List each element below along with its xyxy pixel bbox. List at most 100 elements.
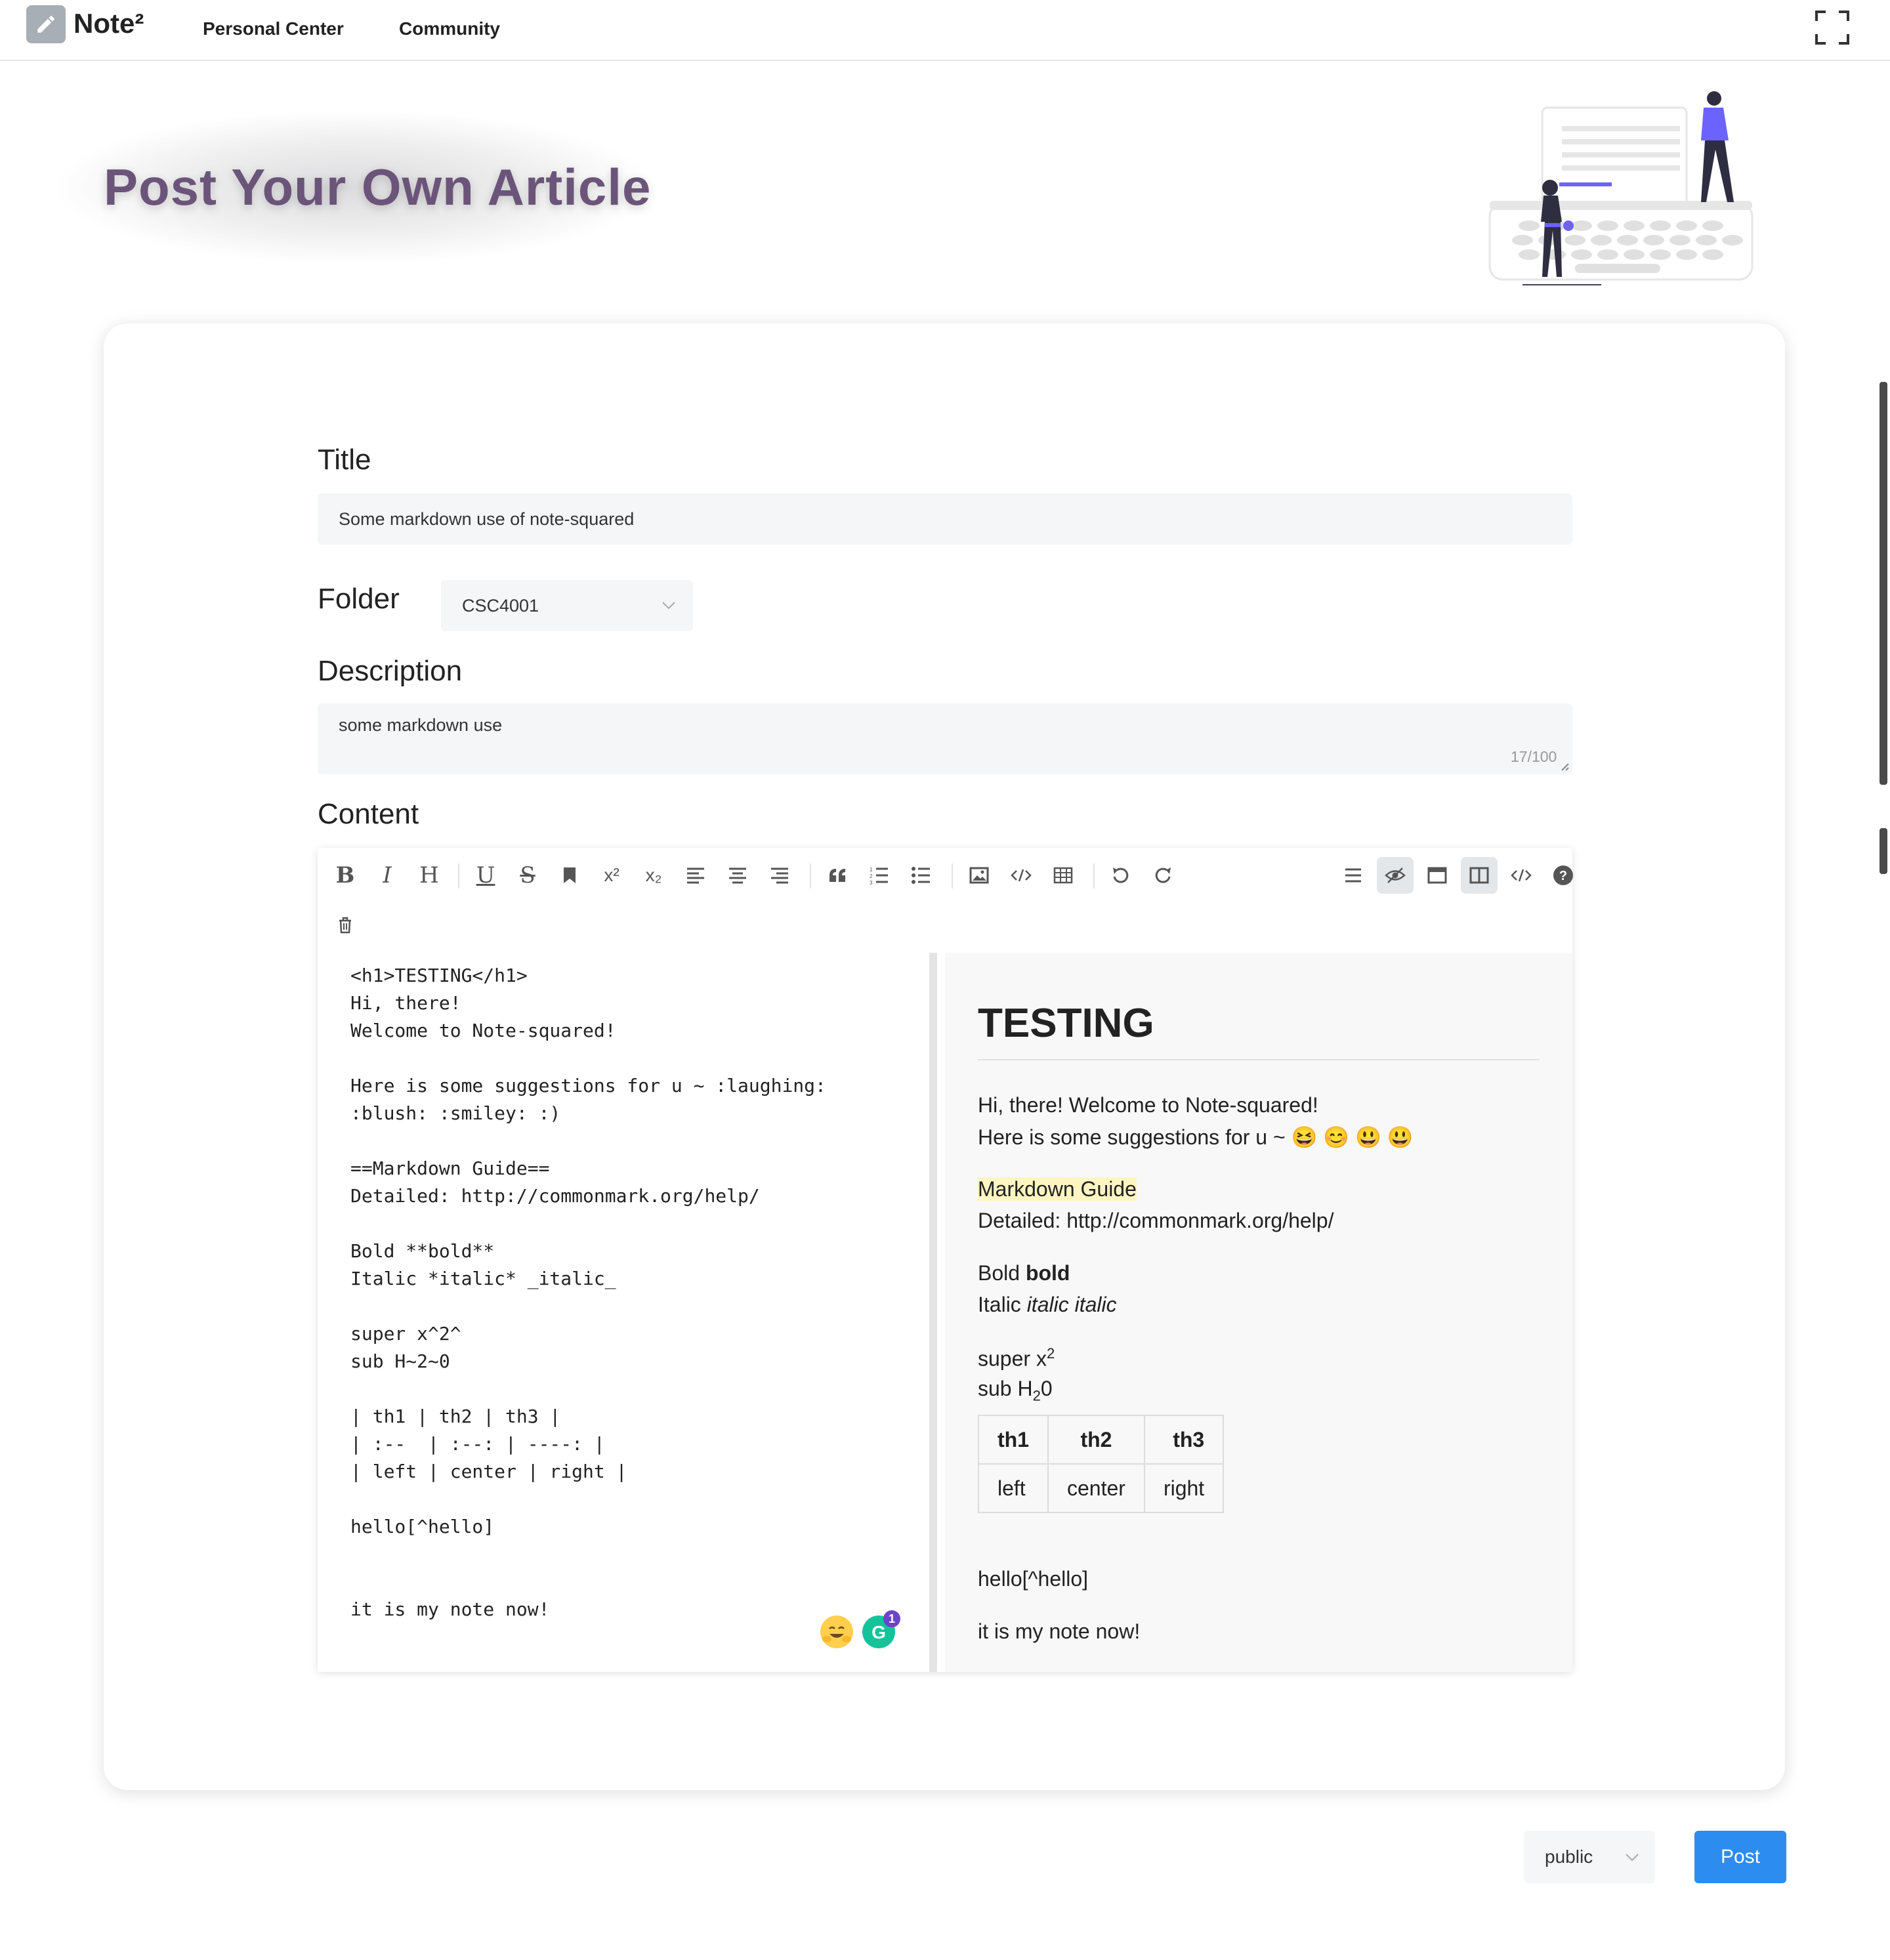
table-cell: right <box>1143 1463 1225 1513</box>
image-icon <box>969 867 989 884</box>
help-button[interactable]: ? <box>1545 857 1582 894</box>
source-line: Detailed: http://commonmark.org/help/ <box>350 1185 760 1207</box>
text: Italic <box>978 1293 1027 1316</box>
superscript-button[interactable]: x² <box>593 857 630 894</box>
page-title: Post Your Own Article <box>104 158 652 216</box>
strikethrough-icon: S <box>520 862 536 888</box>
header-button[interactable]: H <box>411 857 448 894</box>
quote-button[interactable] <box>819 857 856 894</box>
resize-handle-icon[interactable] <box>1559 761 1570 772</box>
page-scrollbar-thumb[interactable] <box>1880 828 1887 874</box>
image-button[interactable] <box>961 857 998 894</box>
subscript-icon: x₂ <box>645 865 662 885</box>
split-view-button[interactable] <box>1461 857 1498 894</box>
align-center-button[interactable] <box>719 857 756 894</box>
title-label: Title <box>318 444 371 476</box>
text: super x <box>978 1346 1047 1371</box>
toolbar-divider <box>952 864 953 888</box>
markdown-preview-pane: TESTING Hi, there! Welcome to Note-squar… <box>945 953 1572 1672</box>
navigation-toggle-button[interactable] <box>1335 857 1372 894</box>
nav-personal-center[interactable]: Personal Center <box>203 18 344 39</box>
title-input[interactable]: Some markdown use of note-squared <box>318 493 1572 545</box>
source-line: Here is some suggestions for u ~ :laughi… <box>350 1075 826 1096</box>
source-line: | th1 | th2 | th3 | <box>350 1406 561 1427</box>
mark-button[interactable] <box>551 857 588 894</box>
undo-icon <box>1113 867 1129 883</box>
trash-icon <box>339 917 351 934</box>
description-textarea[interactable]: some markdown use 17/100 <box>318 703 1572 774</box>
eye-slash-icon <box>1385 867 1406 883</box>
preview-line: it is my note now! <box>978 1619 1141 1643</box>
svg-text:1: 1 <box>870 867 873 873</box>
superscript-icon: x² <box>604 865 620 885</box>
preview-table: th1 th2 th3 left center right <box>978 1415 1225 1513</box>
table-button[interactable] <box>1045 857 1082 894</box>
fullscreen-editor-button[interactable] <box>1419 857 1456 894</box>
preview-link-line: Detailed: http://commonmark.org/help/ <box>978 1209 1334 1232</box>
page-scrollbar[interactable] <box>1880 382 1887 785</box>
typewriter-illustration <box>1488 91 1754 285</box>
source-line: sub H~2~0 <box>350 1350 450 1372</box>
description-label: Description <box>318 655 463 687</box>
mark-text: Markdown Guide <box>978 1177 1137 1201</box>
source-line: it is my note now! <box>350 1598 550 1620</box>
preview-sub-line: sub H20 <box>978 1377 1053 1404</box>
nav-community[interactable]: Community <box>399 18 500 39</box>
source-line: ==Markdown Guide== <box>350 1157 550 1179</box>
text: 0 <box>1040 1377 1053 1400</box>
align-right-button[interactable] <box>761 857 798 894</box>
unordered-list-icon <box>912 867 930 884</box>
redo-button[interactable] <box>1144 857 1181 894</box>
folder-select[interactable]: CSC4001 <box>441 580 693 631</box>
source-line: Welcome to Note-squared! <box>350 1020 616 1041</box>
align-right-icon <box>771 867 788 884</box>
code-icon <box>1011 869 1032 882</box>
svg-text:?: ? <box>1559 869 1567 883</box>
chevron-down-icon <box>662 602 675 610</box>
visibility-select[interactable]: public <box>1524 1831 1655 1883</box>
subscript-button[interactable]: x₂ <box>635 857 672 894</box>
undo-button[interactable] <box>1102 857 1139 894</box>
emoji-extension-icon[interactable] <box>820 1616 853 1648</box>
bold-button[interactable]: B <box>327 857 364 894</box>
preview-heading: TESTING <box>978 1001 1154 1046</box>
preview-line: Hi, there! Welcome to Note-squared! <box>978 1093 1318 1117</box>
preview-toggle-button[interactable] <box>1377 857 1414 894</box>
markdown-source-pane[interactable]: <h1>TESTING</h1> Hi, there! Welcome to N… <box>318 953 937 1672</box>
table-cell: center <box>1047 1463 1145 1513</box>
logo-pencil-icon[interactable] <box>26 5 66 43</box>
code-icon <box>1511 869 1532 882</box>
source-line: Italic *italic* _italic_ <box>350 1268 616 1289</box>
italic-icon: I <box>383 862 392 888</box>
header-icon: H <box>419 862 439 888</box>
svg-text:2: 2 <box>870 873 873 879</box>
toolbar-divider <box>1093 864 1095 888</box>
align-left-button[interactable] <box>677 857 714 894</box>
strikethrough-button[interactable]: S <box>509 857 546 894</box>
post-button[interactable]: Post <box>1694 1831 1786 1883</box>
table-icon <box>1053 867 1073 884</box>
preview-bold-line: Bold bold <box>978 1261 1070 1285</box>
underline-icon: U <box>476 862 495 888</box>
menu-lines-icon <box>1345 868 1361 883</box>
clear-button[interactable] <box>327 907 364 944</box>
source-line: super x^2^ <box>350 1323 461 1345</box>
ordered-list-button[interactable]: 123 <box>861 857 898 894</box>
italic-button[interactable]: I <box>369 857 406 894</box>
unordered-list-button[interactable] <box>903 857 940 894</box>
bold-text: bold <box>1025 1261 1070 1285</box>
table-header: th1 <box>978 1415 1049 1465</box>
source-line: hello[^hello] <box>350 1516 495 1537</box>
description-char-counter: 17/100 <box>1511 748 1557 765</box>
grammarly-badge: 1 <box>883 1610 900 1627</box>
grammarly-icon[interactable]: G 1 <box>862 1610 900 1648</box>
logo-text[interactable]: Note² <box>74 8 144 39</box>
fullscreen-icon[interactable] <box>1814 9 1851 46</box>
code-button[interactable] <box>1003 857 1040 894</box>
toolbar-divider <box>458 864 459 888</box>
table-cell: left <box>978 1463 1049 1513</box>
html-code-button[interactable] <box>1503 857 1540 894</box>
preview-super-line: super x2 <box>978 1345 1055 1371</box>
markdown-editor: B I H U S x² x₂ 123 ? <h1>TESTING</h1> H… <box>318 848 1573 1672</box>
underline-button[interactable]: U <box>467 857 504 894</box>
